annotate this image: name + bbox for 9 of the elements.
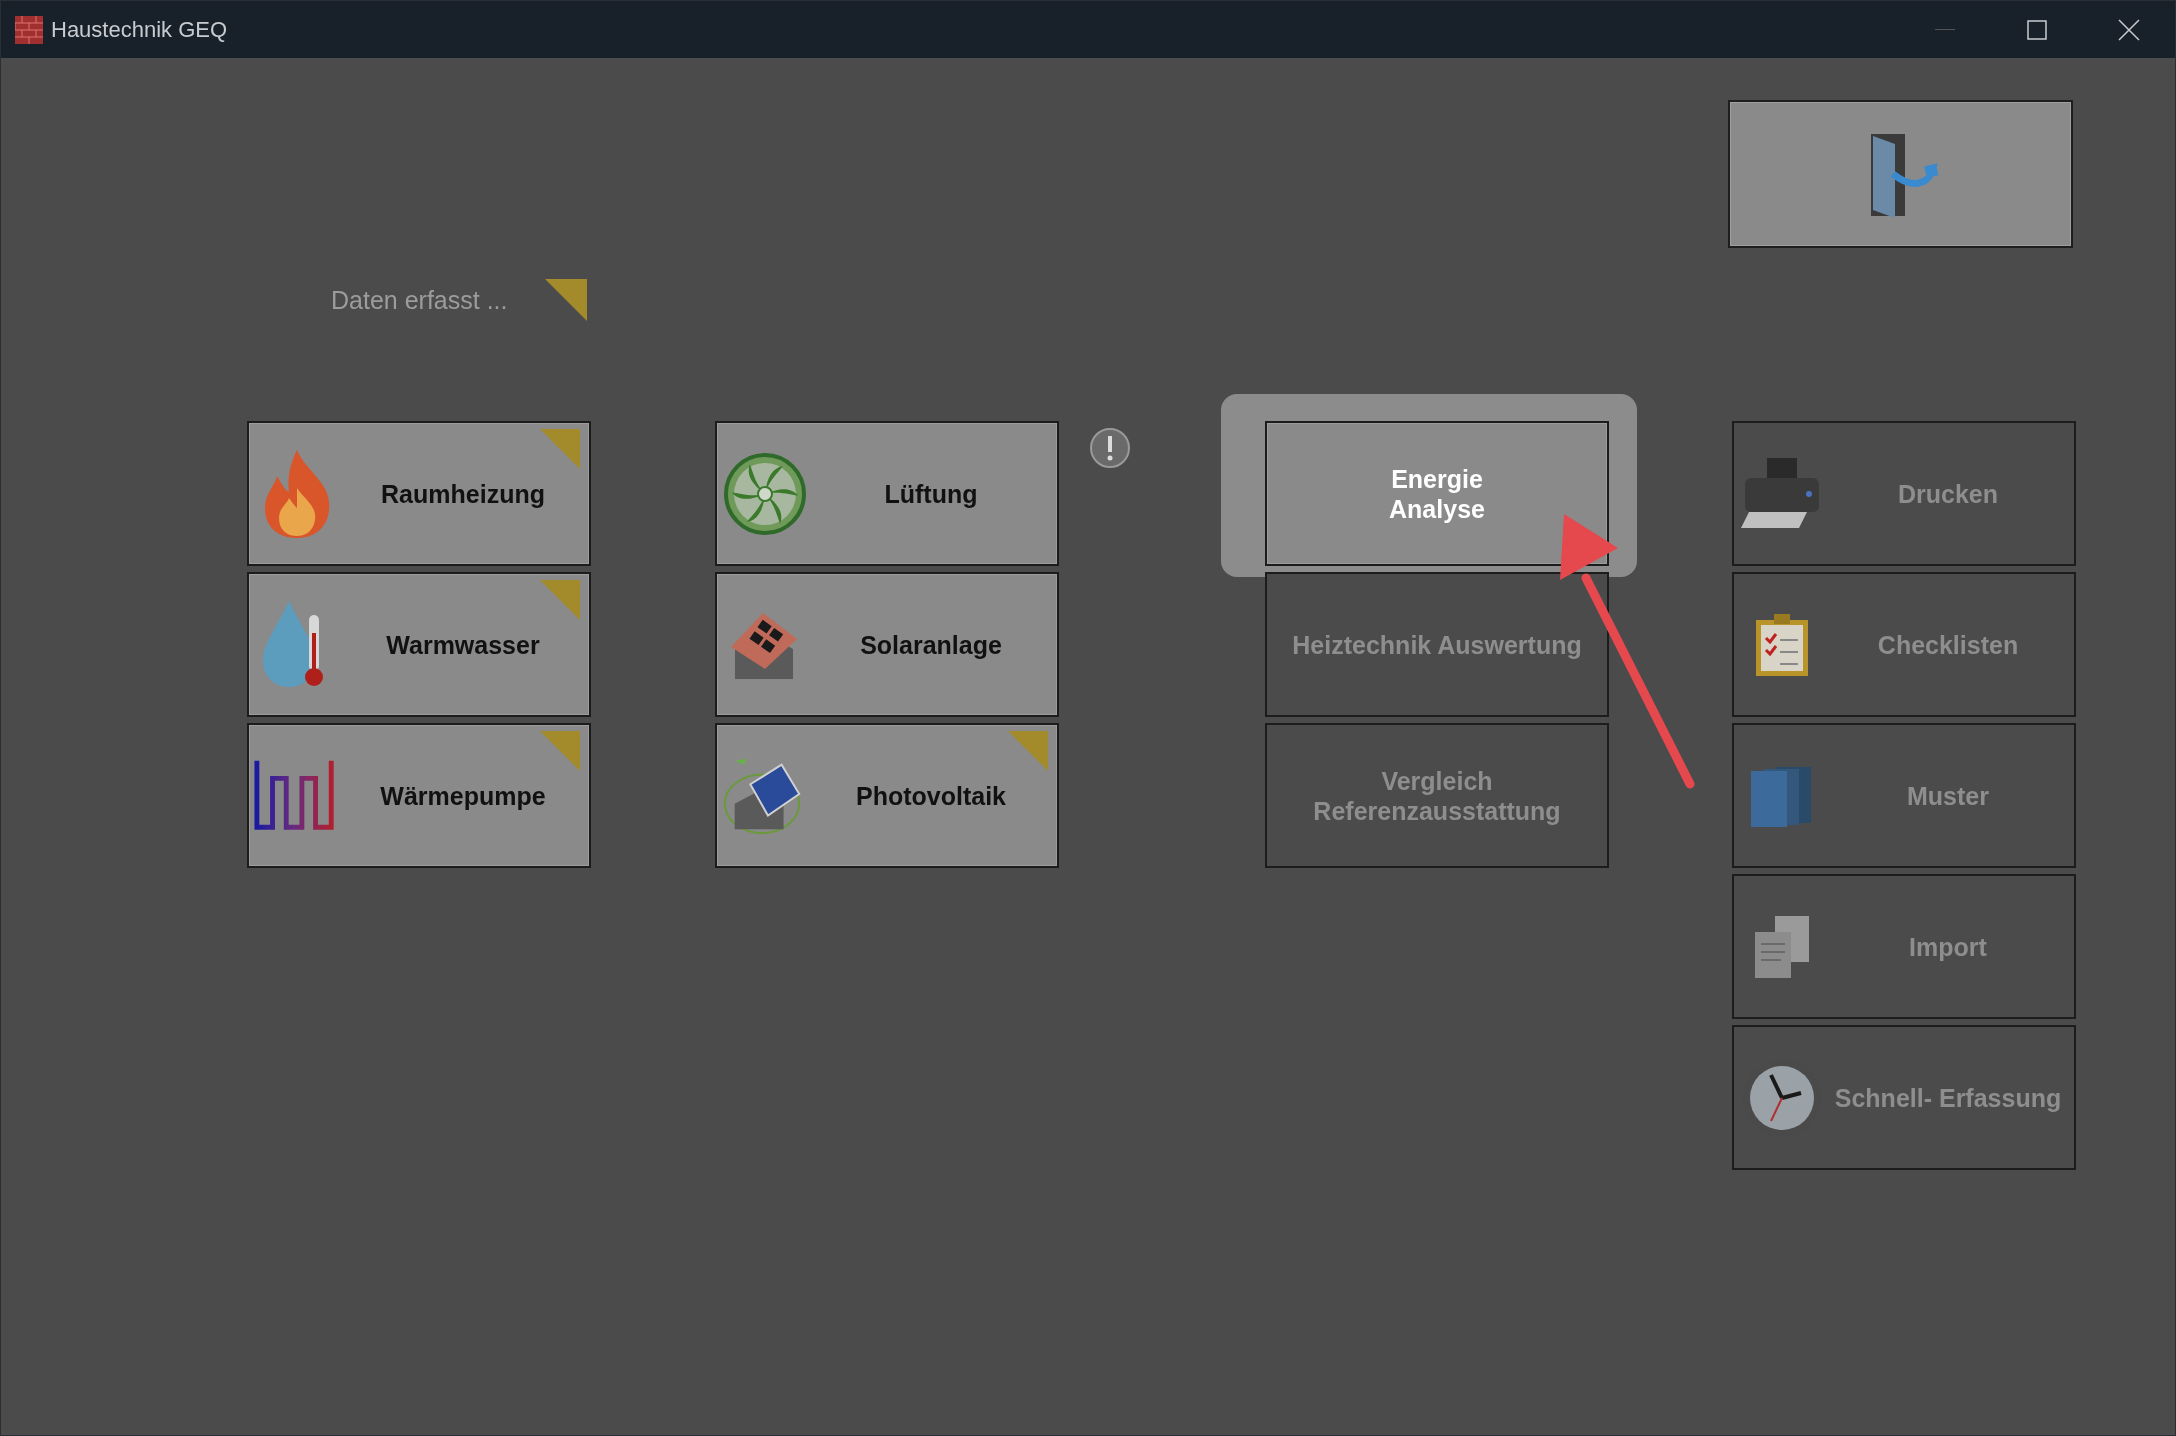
menu-tile-button[interactable]: Raumheizung xyxy=(247,421,591,566)
menu-tile-button[interactable]: Lüftung xyxy=(715,421,1059,566)
window-title: Haustechnik GEQ xyxy=(51,16,229,43)
menu-tile-button[interactable]: Photovoltaik xyxy=(715,723,1059,868)
menu-tile-button[interactable]: Solaranlage xyxy=(715,572,1059,717)
menu-tile-button[interactable]: Energie Analyse xyxy=(1265,421,1609,566)
menu-tile-button[interactable]: Warmwasser xyxy=(247,572,591,717)
legend-label: Daten erfasst ... xyxy=(331,285,508,315)
menu-tile-button[interactable]: Wärmepumpe xyxy=(247,723,591,868)
